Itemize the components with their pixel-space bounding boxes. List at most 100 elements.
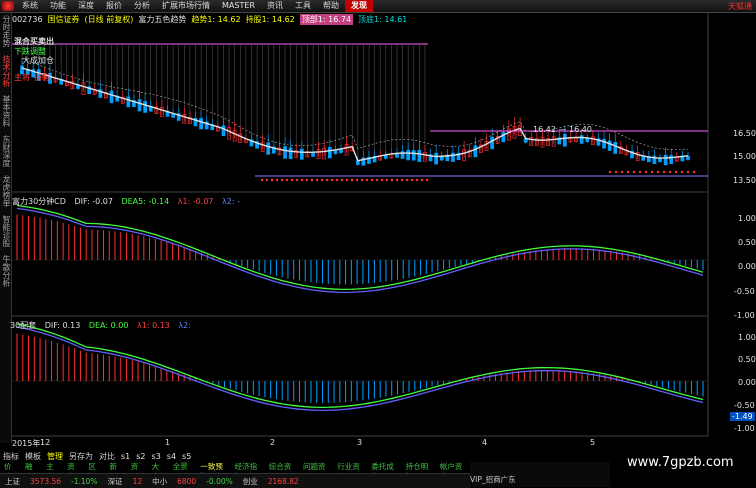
func-tab[interactable]: 资讯 [127,462,148,481]
func-tab[interactable]: 资金 [63,462,84,481]
func-tab[interactable]: 价格 [0,462,21,481]
func-tab[interactable]: 全景图 [169,462,197,481]
left-sidebar: 分时走势 技术分析 基本资料 东财深度 龙虎榜单 智能诊股 牛散分析 [0,13,12,443]
sidebar-tab-trader[interactable]: 牛散分析 [1,255,12,287]
top-right-label[interactable]: 天狐通 [728,1,756,12]
signal-dot [375,178,379,182]
menu-item-news[interactable]: 资讯 [261,0,289,12]
tab-compare[interactable]: 对比 [96,451,118,462]
macd2-axis-label: -1.00 [734,424,755,433]
tab-save-as[interactable]: 另存为 [66,451,96,462]
candle-body [395,153,399,158]
func-tab[interactable]: 一致预期 [196,462,230,481]
status-sh-label[interactable]: 上证 [0,476,25,487]
sidebar-tab-depth[interactable]: 东财深度 [1,135,12,167]
macd2-axis-label: 1.00 [738,333,756,342]
tab-s2[interactable]: s2 [133,452,148,461]
macd1-dif: DIF: -0.07 [74,197,113,206]
sidebar-tab-diagnosis[interactable]: 智能诊股 [1,215,12,247]
signal-dot [315,178,319,182]
tab-s3[interactable]: s3 [149,452,164,461]
func-tab[interactable]: 大盘 [148,462,169,481]
tab-template[interactable]: 模板 [22,451,44,462]
candle-body [658,158,662,163]
candle-body [473,145,478,158]
signal-dot [275,178,279,182]
func-tab[interactable]: 融资 [21,462,42,481]
candle-body [361,157,366,166]
sidebar-tab-fundamentals[interactable]: 基本资料 [1,95,12,127]
signal-dot [395,178,399,182]
signal-dot [260,178,264,182]
sidebar-tab-technical[interactable]: 技术分析 [1,55,12,87]
candle-body [535,138,539,146]
func-tab[interactable]: 帐户资金 [436,462,470,481]
status-sz-label[interactable]: 深证 [103,476,128,487]
candle-body [115,95,119,102]
signal-dot [626,170,630,174]
candle-body [204,121,209,130]
chart-title-bar: 002736 国信证券 (日线 前复权) 富力五色趋势 趋势1: 14.62 持… [12,13,412,25]
signal-dot [310,178,314,182]
menu-item-system[interactable]: 系统 [16,0,44,12]
macd1-legend: 富力30分钟CD DIF: -0.07 DEA5: -0.14 λ1: -0.0… [12,196,246,207]
sidebar-tab-dragon-tiger[interactable]: 龙虎榜单 [1,175,12,207]
menu-item-help[interactable]: 帮助 [317,0,345,12]
candle-body [652,155,657,164]
candle-body [171,113,175,118]
tab-s4[interactable]: s4 [164,452,179,461]
tab-s1[interactable]: s1 [118,452,133,461]
vip-ad-box[interactable]: VIP_招商广东 [470,462,610,487]
macd2-panel [12,323,708,411]
date-axis-tick: 2 [270,438,276,447]
candle-body [445,154,450,162]
signal-dot [638,170,642,174]
function-tabs: 价格 融资 主力 资金 区间 新闻 资讯 大盘 全景图 一致预期 经济指标 综合… [0,462,470,481]
date-axis-tick: 1 [165,438,171,447]
chart-area[interactable] [0,0,756,487]
sidebar-tab-intraday[interactable]: 分时走势 [1,15,12,47]
candle-body [70,81,75,90]
candle-body [451,152,455,162]
func-tab[interactable]: 经济指标 [231,462,265,481]
candle-body [434,152,439,165]
discover-button[interactable]: 发现 [344,0,373,12]
func-tab[interactable]: 主力 [42,462,63,481]
candle-body [551,136,556,147]
tab-s5[interactable]: s5 [179,452,194,461]
signal-dot [345,178,349,182]
status-sme-label[interactable]: 中小 [147,476,172,487]
menu-item-quote[interactable]: 报价 [100,0,128,12]
func-tab[interactable]: 持仓明细 [402,462,436,481]
status-gem-label[interactable]: 创业 [238,476,263,487]
tab-indicator[interactable]: 指标 [0,451,22,462]
signal-dot [335,178,339,182]
tab-manage[interactable]: 管理 [44,451,66,462]
menu-item-depth[interactable]: 深度 [72,0,100,12]
menu-item-function[interactable]: 功能 [44,0,72,12]
candle-body [669,155,674,164]
func-tab[interactable]: 委托成交 [367,462,401,481]
candle-body [350,146,355,152]
price-axis-label: 13.50 [733,176,756,185]
func-tab[interactable]: 新闻 [105,462,126,481]
func-tab[interactable]: 问题资讯 [299,462,333,481]
dif-line [16,323,704,408]
candle-body [630,150,634,159]
candle-body [557,137,562,145]
price-axis-label: 16.50 [733,129,756,138]
macd1-name: 富力30分钟CD [12,197,66,206]
macd1-dea: DEA5: -0.14 [121,197,170,206]
status-sz-value: 12 [132,476,143,486]
func-tab[interactable]: 区间 [84,462,105,481]
menu-item-analysis[interactable]: 分析 [128,0,156,12]
menu-item-extended-market[interactable]: 扩展市场行情 [156,0,216,12]
menu-item-master[interactable]: MASTER [216,0,261,12]
signal-dot [290,178,294,182]
func-tab[interactable]: 综合资讯 [265,462,299,481]
menu-item-tools[interactable]: 工具 [289,0,317,12]
candle-body [518,124,522,137]
signal-dot [680,170,684,174]
candle-body [311,151,315,157]
func-tab[interactable]: 行业资讯 [333,462,367,481]
